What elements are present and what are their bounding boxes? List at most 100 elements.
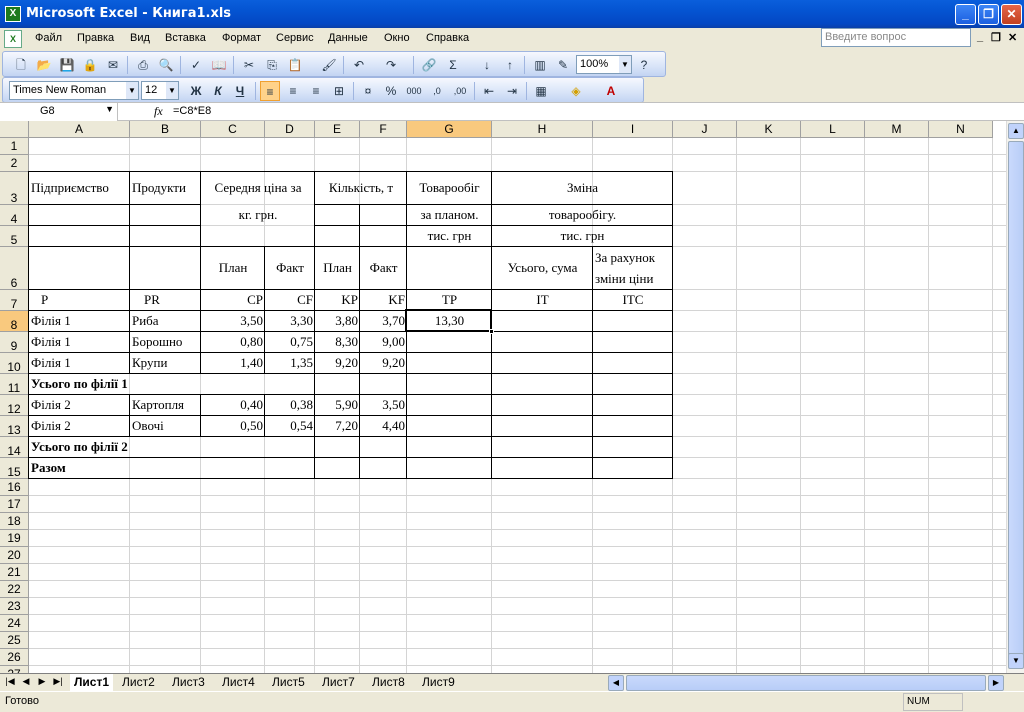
merge-center-icon[interactable]: ⊞: [329, 81, 349, 101]
sheet-tab-лист3[interactable]: Лист3: [168, 674, 209, 691]
doc-minimize-button[interactable]: _: [977, 31, 983, 43]
row-header-27[interactable]: 27: [0, 666, 29, 673]
redo-icon[interactable]: ↷: [381, 55, 401, 75]
row-header-4[interactable]: 4: [0, 205, 29, 226]
scroll-down-icon[interactable]: ▼: [1008, 653, 1024, 669]
cell-a14[interactable]: Усього по філії 2: [29, 437, 130, 457]
font-color-icon[interactable]: A: [601, 81, 621, 101]
sheet-tab-лист9[interactable]: Лист9: [418, 674, 459, 691]
cell-a15[interactable]: Разом: [29, 458, 130, 478]
cell-a9[interactable]: Філія 1: [29, 332, 130, 352]
column-header-l[interactable]: L: [801, 121, 865, 138]
menu-format[interactable]: Формат: [222, 32, 261, 44]
paste-icon[interactable]: 📋: [285, 55, 305, 75]
cut-icon[interactable]: ✂: [239, 55, 259, 75]
cell-b13[interactable]: Овочі: [130, 416, 201, 436]
spelling-icon[interactable]: ✓: [186, 55, 206, 75]
chart-wizard-icon[interactable]: ▥: [530, 55, 550, 75]
cell-b9[interactable]: Борошно: [130, 332, 201, 352]
thousands-icon[interactable]: 000: [404, 81, 424, 101]
cell-d9[interactable]: 0,75: [265, 332, 315, 352]
row-header-13[interactable]: 13: [0, 416, 29, 437]
hyperlink-icon[interactable]: 🔗: [419, 55, 439, 75]
menu-window[interactable]: Окно: [384, 32, 410, 44]
cell-i7[interactable]: ITC: [593, 290, 673, 310]
row-header-10[interactable]: 10: [0, 353, 29, 374]
cell-h3[interactable]: Зміна: [492, 178, 673, 198]
cell-i6b[interactable]: зміни ціни: [593, 269, 673, 289]
column-header-a[interactable]: A: [29, 121, 130, 138]
sheet-tab-лист7[interactable]: Лист7: [318, 674, 359, 691]
column-header-h[interactable]: H: [492, 121, 593, 138]
row-header-16[interactable]: 16: [0, 479, 29, 496]
column-header-f[interactable]: F: [360, 121, 407, 138]
sheet-tab-лист1[interactable]: Лист1: [70, 674, 114, 691]
cell-c12[interactable]: 0,40: [201, 395, 265, 415]
row-header-23[interactable]: 23: [0, 598, 29, 615]
ask-question-input[interactable]: Введите вопрос: [821, 28, 971, 47]
name-box[interactable]: G8 ▼: [0, 103, 118, 121]
row-header-14[interactable]: 14: [0, 437, 29, 458]
cell-f13[interactable]: 4,40: [360, 416, 407, 436]
menu-tools[interactable]: Сервис: [276, 32, 314, 44]
doc-restore-button[interactable]: ❐: [991, 31, 1001, 44]
row-header-25[interactable]: 25: [0, 632, 29, 649]
email-icon[interactable]: ✉: [103, 55, 123, 75]
menu-file[interactable]: Файл: [35, 32, 62, 44]
cell-h5[interactable]: тис. грн: [492, 226, 673, 246]
row-header-1[interactable]: 1: [0, 138, 29, 155]
cell-a13[interactable]: Філія 2: [29, 416, 130, 436]
cell-i6a[interactable]: За рахунок: [593, 248, 673, 268]
sort-desc-icon[interactable]: ↑: [500, 55, 520, 75]
cell-d10[interactable]: 1,35: [265, 353, 315, 373]
align-right-icon[interactable]: ≡: [306, 81, 326, 101]
zoom-select[interactable]: 100% ▼: [576, 55, 632, 74]
research-icon[interactable]: 📖: [209, 55, 229, 75]
cell-g5[interactable]: тис. грн: [407, 226, 492, 246]
scroll-up-icon[interactable]: ▲: [1008, 123, 1024, 139]
column-header-b[interactable]: B: [130, 121, 201, 138]
borders-icon[interactable]: ▦: [531, 81, 551, 101]
cell-g4[interactable]: за планом.: [407, 205, 492, 225]
column-header-i[interactable]: I: [593, 121, 673, 138]
row-header-5[interactable]: 5: [0, 226, 29, 247]
cell-a10[interactable]: Філія 1: [29, 353, 130, 373]
last-sheet-icon[interactable]: ▶|: [52, 676, 64, 687]
cell-a7[interactable]: P: [29, 290, 130, 310]
column-header-n[interactable]: N: [929, 121, 993, 138]
help-icon[interactable]: ?: [634, 55, 654, 75]
cell-a8[interactable]: Філія 1: [29, 311, 130, 331]
horizontal-scroll-thumb[interactable]: [626, 675, 986, 691]
fill-handle[interactable]: [489, 329, 494, 334]
cell-f9[interactable]: 9,00: [360, 332, 407, 352]
cell-e12[interactable]: 5,90: [315, 395, 360, 415]
format-painter-icon[interactable]: 🖌: [319, 55, 339, 75]
fill-color-icon[interactable]: ◈: [566, 81, 586, 101]
save-icon[interactable]: 💾: [57, 55, 77, 75]
cell-c6[interactable]: План: [201, 258, 265, 278]
cell-a12[interactable]: Філія 2: [29, 395, 130, 415]
worksheet-grid[interactable]: A B C D E F G H I J K L M N 1 2 3 4 5 6 7 8 9 10 11 12 13 14 15 16 17 1…: [0, 121, 1006, 673]
print-icon[interactable]: ⎙: [133, 55, 153, 75]
cell-c7[interactable]: CP: [201, 290, 265, 310]
function-icon[interactable]: fx: [154, 104, 163, 119]
cell-e13[interactable]: 7,20: [315, 416, 360, 436]
cell-e6[interactable]: План: [315, 258, 360, 278]
permission-icon[interactable]: 🔒: [80, 55, 100, 75]
sheet-tab-лист5[interactable]: Лист5: [268, 674, 309, 691]
row-header-22[interactable]: 22: [0, 581, 29, 598]
drawing-icon[interactable]: ✎: [553, 55, 573, 75]
cell-f8[interactable]: 3,70: [360, 311, 407, 331]
percent-icon[interactable]: %: [381, 81, 401, 101]
cell-a3[interactable]: Підприємство: [29, 178, 130, 198]
underline-button[interactable]: Ч: [230, 81, 250, 101]
cell-c8[interactable]: 3,50: [201, 311, 265, 331]
vertical-scrollbar[interactable]: ▲ ▼: [1006, 121, 1024, 673]
align-left-icon[interactable]: ≡: [260, 81, 280, 101]
cell-e10[interactable]: 9,20: [315, 353, 360, 373]
cell-b10[interactable]: Крупи: [130, 353, 201, 373]
cell-d13[interactable]: 0,54: [265, 416, 315, 436]
prev-sheet-icon[interactable]: ◀: [20, 676, 32, 687]
row-header-17[interactable]: 17: [0, 496, 29, 513]
menu-help[interactable]: Справка: [426, 32, 469, 44]
